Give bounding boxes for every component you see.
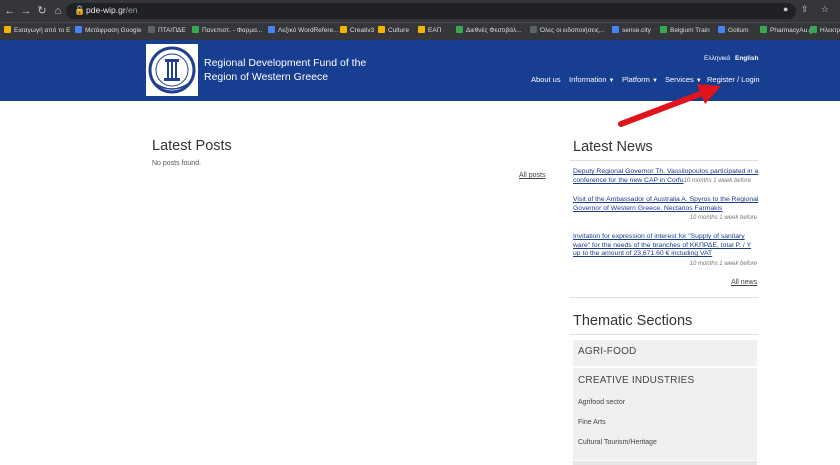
divider: [570, 334, 758, 335]
bookmark-icon: [268, 26, 275, 33]
bookmark-item[interactable]: Gollum: [718, 26, 749, 34]
chevron-down-icon: ▼: [608, 78, 615, 84]
url-text: pde-wip.gr/en: [86, 5, 138, 15]
bookmark-item[interactable]: Creativ3: [340, 26, 374, 34]
bookmark-label: Culture: [388, 27, 409, 34]
section-agri-food[interactable]: AGRI-FOOD: [573, 340, 757, 366]
bookmark-item[interactable]: Λεξικό WordRefere...: [268, 26, 339, 34]
all-news-link[interactable]: All news: [731, 279, 757, 286]
bookmark-item[interactable]: Belgium Train: [660, 26, 710, 34]
bookmark-label: Λεξικό WordRefere...: [278, 27, 339, 34]
back-icon[interactable]: ←: [4, 4, 16, 18]
bookmark-label: Μετάφραση Google: [85, 27, 142, 34]
bookmark-icon: [192, 26, 199, 33]
bookmark-icon: [75, 26, 82, 33]
bookmark-label: ΠΤΑ/ΠΔΕ: [158, 27, 186, 34]
nav-information[interactable]: Information ▼: [569, 75, 614, 84]
bookmark-label: Πανεπιστ. - Φαρμα...: [202, 27, 263, 34]
section-next[interactable]: [573, 461, 757, 465]
bookmark-item[interactable]: Culture: [378, 26, 409, 34]
bookmark-icon: [4, 26, 11, 33]
bookmark-icon: [760, 26, 767, 33]
bookmark-label: Gollum: [728, 27, 749, 34]
bookmark-icon: [418, 26, 425, 33]
bookmark-item[interactable]: PharmacyAu.gr: [760, 26, 815, 34]
bookmark-label: Εισαγωγή από το E: [14, 27, 71, 34]
lang-english-link[interactable]: English: [735, 55, 758, 62]
red-arrow-annotation: [618, 84, 721, 127]
news-item[interactable]: Invitation for expression of interest fo…: [573, 233, 759, 259]
divider: [570, 297, 758, 298]
section-sub-item[interactable]: Cultural Tourism/Heritage: [578, 439, 657, 446]
bookmark-icon: [718, 26, 725, 33]
bookmark-item[interactable]: sense.city: [612, 26, 651, 34]
site-title: Regional Development Fund of the Region …: [204, 57, 367, 83]
browser-action-icons[interactable]: ● ⇪ ☆: [783, 4, 834, 15]
bookmark-item[interactable]: Μετάφραση Google: [75, 26, 142, 34]
nav-about[interactable]: About us: [531, 75, 561, 84]
bookmark-label: ΕΑΠ: [428, 27, 442, 34]
bookmark-icon: [810, 26, 817, 33]
bookmark-item[interactable]: ΠΤΑ/ΠΔΕ: [148, 26, 186, 34]
news-date: 10 months 1 week before: [689, 261, 757, 267]
forward-icon[interactable]: →: [20, 4, 32, 18]
bookmark-icon: [530, 26, 537, 33]
section-sub-item[interactable]: Agrifood sector: [578, 399, 625, 406]
reload-icon[interactable]: ↻: [36, 4, 48, 18]
bookmark-item[interactable]: Εισαγωγή από το E: [4, 26, 70, 34]
bookmark-label: Ηλεκτρονικό Διακυ...: [820, 27, 840, 34]
bookmark-label: Διεθνές Φεστιβάλ...: [466, 27, 522, 34]
bookmark-label: Belgium Train: [670, 27, 710, 34]
bookmark-icon: [612, 26, 619, 33]
bookmark-icon: [378, 26, 385, 33]
site-logo[interactable]: [146, 44, 198, 96]
bookmark-item[interactable]: ΕΑΠ: [418, 26, 441, 34]
bookmarks-bar: Εισαγωγή από το E Μετάφραση Google ΠΤΑ/ΠΔΕ…: [0, 22, 840, 40]
news-item[interactable]: Visit of the Ambassador of Australia A. …: [573, 196, 759, 213]
bookmark-item[interactable]: Διεθνές Φεστιβάλ...: [456, 26, 522, 34]
latest-posts-heading: Latest Posts: [152, 138, 232, 154]
bookmark-label: PharmacyAu.gr: [770, 27, 815, 34]
section-sub-item[interactable]: Fine Arts: [578, 419, 606, 426]
address-bar[interactable]: 🔒 pde-wip.gr/en: [66, 3, 796, 19]
bookmark-icon: [340, 26, 347, 33]
thematic-sections-heading: Thematic Sections: [573, 313, 693, 329]
news-item[interactable]: Deputy Regional Governor Th. Vassilopoul…: [573, 168, 759, 185]
bookmark-icon: [660, 26, 667, 33]
all-posts-link[interactable]: All posts: [519, 172, 545, 179]
no-posts-message: No posts found.: [152, 160, 202, 167]
section-creative-industries[interactable]: CREATIVE INDUSTRIES: [573, 369, 757, 395]
bookmark-label: sense.city: [622, 27, 651, 34]
bookmark-item[interactable]: Πανεπιστ. - Φαρμα...: [192, 26, 262, 34]
divider: [570, 160, 758, 161]
news-date: 10 months 1 week before: [689, 215, 757, 221]
bookmark-item[interactable]: Όλες οι ειδοποιήσεις...: [530, 26, 604, 34]
browser-toolbar: ← → ↻ ⌂ 🔒 pde-wip.gr/en ● ⇪ ☆: [0, 0, 840, 22]
bookmark-label: Όλες οι ειδοποιήσεις...: [540, 27, 605, 34]
latest-news-heading: Latest News: [573, 139, 653, 155]
bookmark-icon: [148, 26, 155, 33]
lock-icon: 🔒: [74, 5, 86, 15]
home-icon[interactable]: ⌂: [52, 4, 64, 18]
bookmark-icon: [456, 26, 463, 33]
bookmark-label: Creativ3: [350, 27, 375, 34]
bookmark-item[interactable]: Ηλεκτρονικό Διακυ...: [810, 26, 840, 34]
lang-greek-link[interactable]: Ελληνικά: [704, 55, 730, 62]
